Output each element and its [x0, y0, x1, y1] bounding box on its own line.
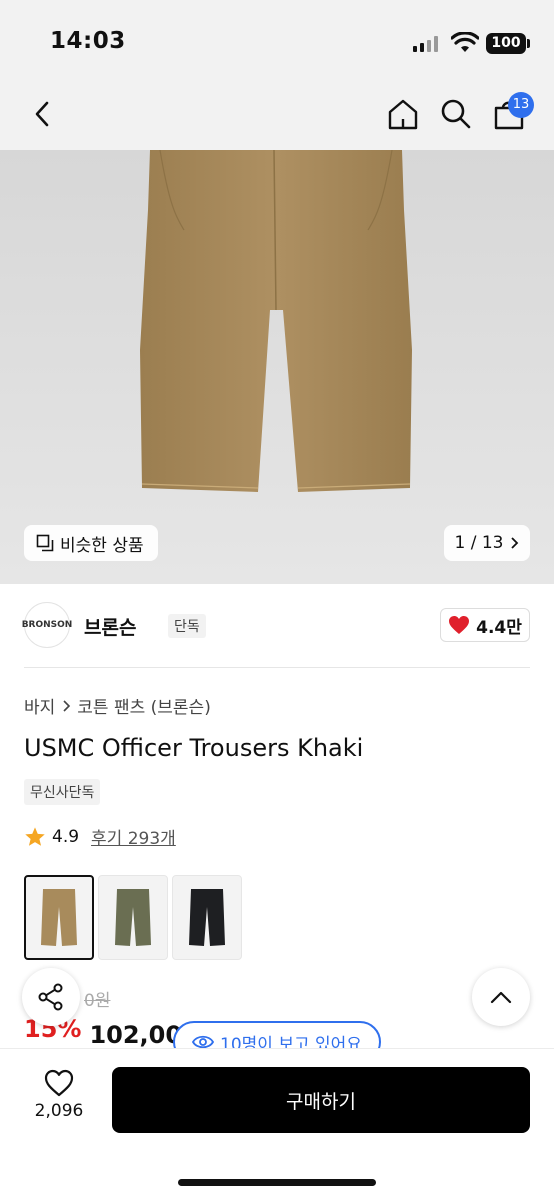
swatch-trousers-black: [189, 888, 225, 946]
signal-icon: [413, 36, 439, 52]
chevron-right-icon: [63, 699, 71, 712]
status-bar: 14:03 100: [0, 0, 554, 80]
product-like-button[interactable]: 2,096: [24, 1069, 94, 1121]
breadcrumb-category[interactable]: 바지: [24, 693, 55, 718]
status-time: 14:03: [50, 28, 126, 54]
product-title: USMC Officer Trousers Khaki: [24, 734, 364, 762]
swatch-black[interactable]: [172, 875, 242, 960]
brand-name[interactable]: 브론슨: [84, 613, 136, 640]
page-indicator-text: 1 / 13: [454, 533, 504, 553]
chevron-right-icon: [511, 537, 519, 549]
image-page-indicator[interactable]: 1 / 13: [444, 525, 530, 561]
star-icon: [25, 826, 45, 846]
divider: [24, 667, 530, 668]
heart-outline-icon: [44, 1069, 74, 1097]
search-icon[interactable]: [436, 94, 476, 134]
swatch-olive[interactable]: [98, 875, 168, 960]
swatch-trousers-olive: [115, 888, 151, 946]
swatch-khaki[interactable]: [24, 875, 94, 960]
brand-row: BRONSON 브론슨 단독 4.4만: [22, 600, 530, 650]
brand-like-count: 4.4만: [476, 617, 522, 638]
cart-count-badge: 13: [508, 92, 534, 118]
similar-products-label: 비슷한 상품: [60, 535, 144, 556]
reviews-link[interactable]: 후기 293개: [91, 824, 176, 849]
brand-like-button[interactable]: 4.4만: [440, 608, 530, 642]
color-swatches: [24, 875, 242, 960]
rating-row: 4.9 후기 293개: [24, 824, 176, 849]
copy-icon: [36, 534, 54, 552]
rating-value: 4.9: [52, 826, 80, 847]
battery-tip: [527, 39, 530, 48]
battery-icon: 100: [486, 33, 526, 54]
chevron-up-icon: [490, 991, 512, 1004]
similar-products-button[interactable]: 비슷한 상품: [24, 525, 158, 561]
top-nav: [0, 80, 554, 150]
breadcrumb-subcategory[interactable]: 코튼 팬츠 (브론슨): [77, 693, 211, 718]
share-icon: [38, 983, 63, 1011]
brand-exclusive-tag: 단독: [168, 614, 206, 638]
wifi-icon: [451, 32, 479, 52]
brand-logo[interactable]: BRONSON: [22, 602, 72, 648]
bottom-action-bar: 2,096 구매하기: [0, 1048, 554, 1200]
product-image[interactable]: [0, 150, 554, 584]
exclusive-tag: 무신사단독: [24, 779, 101, 805]
home-icon[interactable]: [383, 94, 423, 134]
product-like-count: 2,096: [34, 1101, 84, 1121]
heart-icon: [449, 616, 470, 634]
back-icon[interactable]: [22, 94, 62, 134]
home-indicator: [178, 1179, 376, 1186]
breadcrumb: 바지 코튼 팬츠 (브론슨): [24, 693, 211, 718]
swatch-trousers-khaki: [41, 888, 77, 946]
share-button[interactable]: [22, 968, 80, 1026]
trousers-image: [140, 150, 412, 492]
buy-button[interactable]: 구매하기: [112, 1067, 530, 1133]
scroll-top-button[interactable]: [472, 968, 530, 1026]
